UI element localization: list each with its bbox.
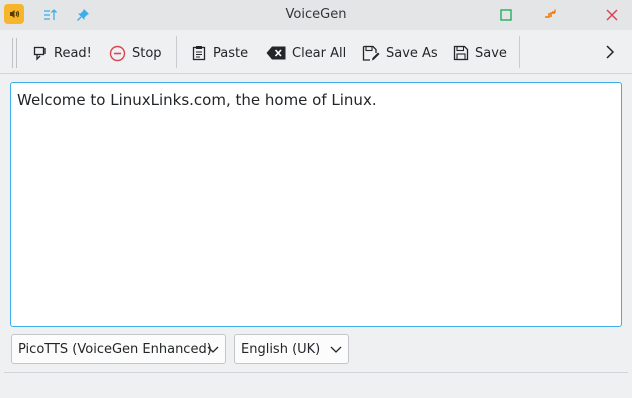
- clear-all-label: Clear All: [292, 45, 347, 61]
- keep-above-icon[interactable]: [540, 5, 560, 25]
- stop-icon: [109, 45, 126, 61]
- close-icon[interactable]: [602, 5, 622, 25]
- save-as-label: Save As: [386, 45, 438, 61]
- toolbar-separator: [519, 36, 520, 68]
- save-as-button[interactable]: Save As: [362, 40, 438, 66]
- paste-icon: [192, 46, 206, 61]
- language-value: English (UK): [241, 341, 321, 357]
- toolbar-separator: [176, 36, 177, 68]
- maximize-icon[interactable]: [496, 5, 516, 25]
- clear-all-button[interactable]: Clear All: [266, 40, 346, 66]
- toolbar-handle[interactable]: [12, 38, 17, 68]
- tts-engine-value: PicoTTS (VoiceGen Enhanced): [18, 341, 212, 357]
- speak-icon: [33, 46, 46, 61]
- chevron-down-icon: [330, 346, 342, 353]
- status-bar-divider: [4, 372, 628, 373]
- title-bar: VoiceGen: [0, 0, 632, 30]
- tts-engine-select[interactable]: PicoTTS (VoiceGen Enhanced): [11, 334, 226, 364]
- stop-label: Stop: [132, 45, 162, 61]
- save-button[interactable]: Save: [453, 40, 507, 66]
- window-title: VoiceGen: [285, 7, 347, 22]
- paste-button[interactable]: Paste: [191, 40, 248, 66]
- save-icon: [453, 45, 469, 61]
- read-label: Read!: [54, 45, 92, 61]
- clear-icon: [266, 46, 286, 60]
- chevron-right-icon[interactable]: [600, 42, 620, 62]
- read-button[interactable]: Read!: [32, 40, 92, 66]
- paste-label: Paste: [213, 45, 249, 61]
- save-label: Save: [475, 45, 507, 61]
- toolbar: Read! Stop Paste Clear All Save As Save: [0, 30, 632, 74]
- chevron-down-icon: [207, 346, 219, 353]
- stop-button[interactable]: Stop: [109, 40, 162, 66]
- editor-text: Welcome to LinuxLinks.com, the home of L…: [17, 91, 377, 109]
- language-select[interactable]: English (UK): [234, 334, 349, 364]
- save-as-icon: [362, 45, 380, 61]
- text-editor[interactable]: Welcome to LinuxLinks.com, the home of L…: [10, 82, 622, 327]
